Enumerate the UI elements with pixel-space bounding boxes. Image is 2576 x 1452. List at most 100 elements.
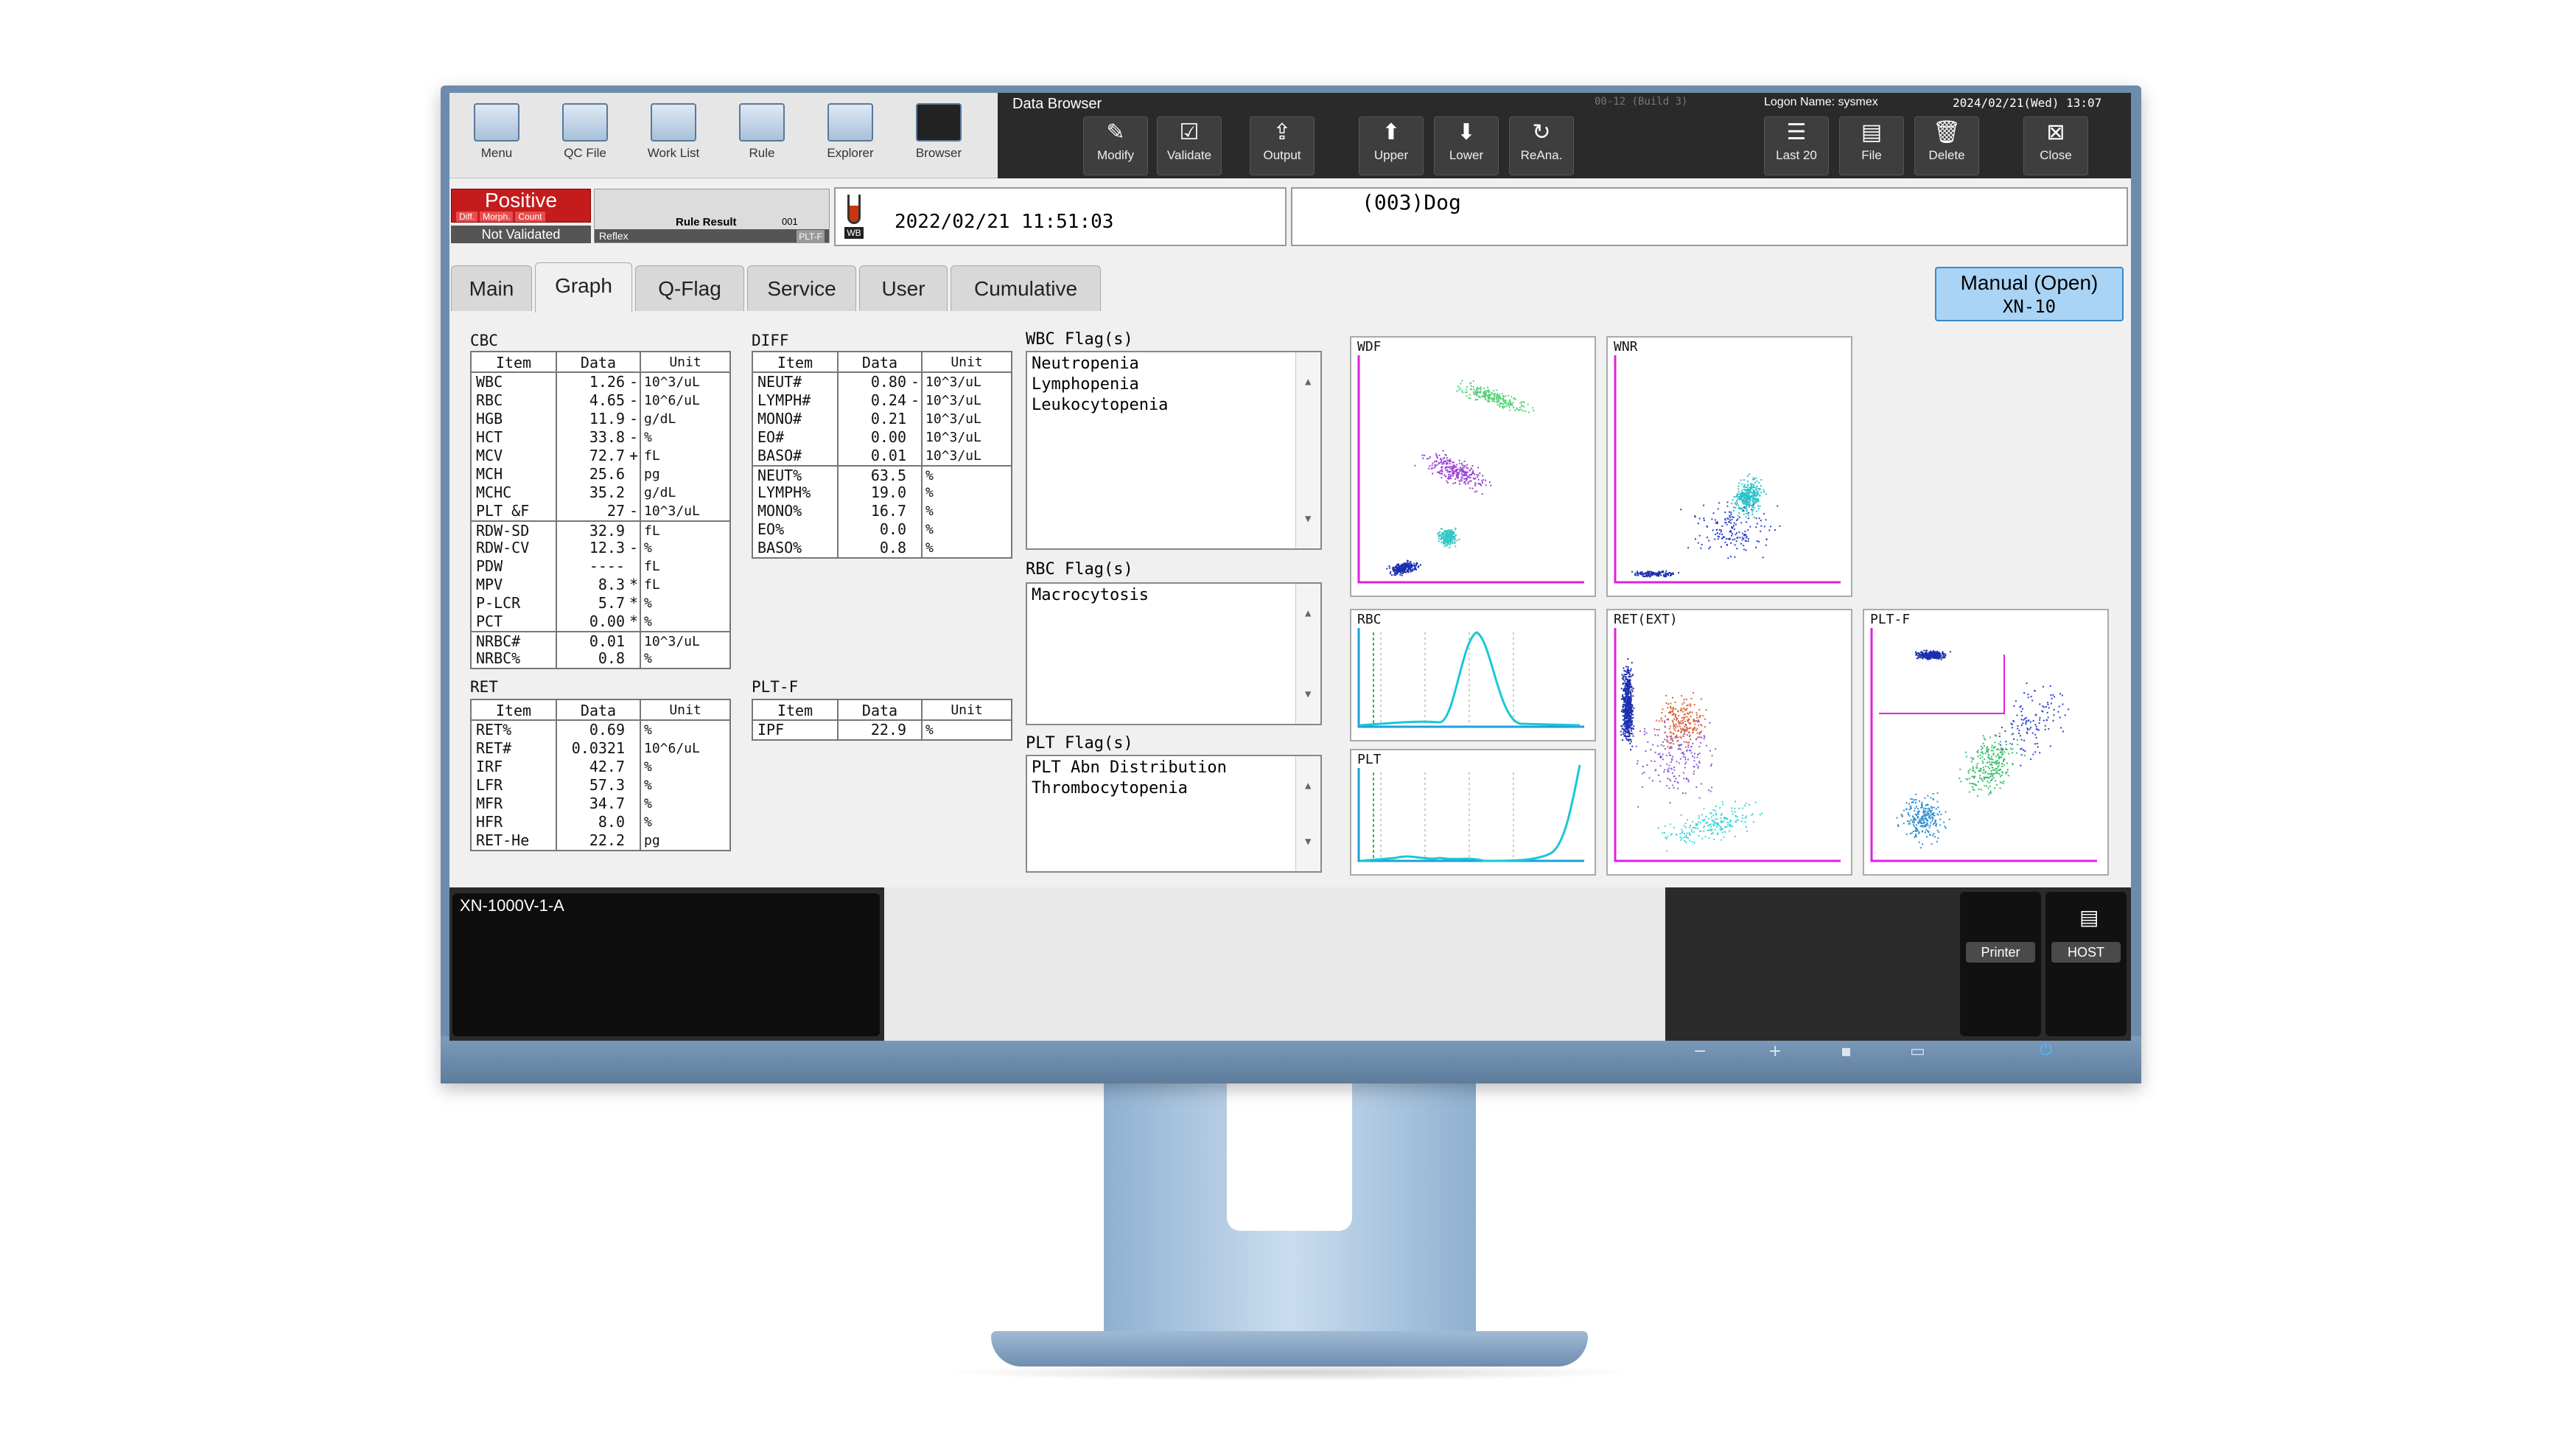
axis-frame xyxy=(1614,355,1841,584)
scatter-dot xyxy=(2042,705,2044,708)
scatter-dot xyxy=(1913,799,1915,801)
scatter-dot xyxy=(1446,534,1449,537)
close-button[interactable]: ⊠ Close xyxy=(2023,116,2088,175)
plt-histogram-label: PLT xyxy=(1357,752,1382,767)
browser-button[interactable]: Browser xyxy=(896,103,981,177)
scatter-dot xyxy=(1915,651,1917,653)
scatter-dot xyxy=(1959,777,1961,779)
tab-q-flag[interactable]: Q-Flag xyxy=(635,265,744,311)
rbc-histogram[interactable]: RBC xyxy=(1350,609,1596,741)
qc-file-button[interactable]: QC File xyxy=(542,103,628,177)
scatter-dot xyxy=(1729,826,1732,828)
scatter-dot xyxy=(1734,503,1736,505)
upper-button[interactable]: ⬆ Upper xyxy=(1359,116,1424,175)
scatter-dot xyxy=(1625,705,1627,708)
scatter-dot xyxy=(1924,797,1926,799)
wbc-flags-scrollbar[interactable]: ▲ ▼ xyxy=(1295,352,1320,548)
scatter-dot xyxy=(1694,515,1696,517)
plus-button[interactable]: + xyxy=(1768,1042,1782,1061)
scatter-dot xyxy=(2005,772,2007,774)
item-value: 0.24 xyxy=(870,391,906,409)
scatter-dot xyxy=(1925,804,1927,806)
monitor-stand-base xyxy=(991,1331,1588,1367)
scatter-dot xyxy=(1984,785,1986,787)
scatter-dot xyxy=(1941,655,1943,657)
scatter-dot xyxy=(2006,769,2009,771)
scatter-dot xyxy=(1760,520,1762,522)
scatter-dot xyxy=(1440,458,1442,460)
scatter-dot xyxy=(1664,831,1666,834)
result-status-badge: Positive Diff. Morph. Count xyxy=(451,189,591,223)
scatter-dot xyxy=(1989,785,1991,787)
power-icon[interactable]: ⏻ xyxy=(2040,1041,2052,1059)
ret-scattergram[interactable]: RET(EXT) xyxy=(1606,609,1852,876)
tab-main[interactable]: Main xyxy=(451,265,532,311)
scatter-dot xyxy=(1726,505,1729,507)
rbc-flags-scrollbar[interactable]: ▲ ▼ xyxy=(1295,584,1320,724)
scatter-dot xyxy=(1749,526,1751,528)
scatter-dot xyxy=(1747,492,1749,494)
scatter-dot xyxy=(1497,404,1499,406)
plt-histogram[interactable]: PLT xyxy=(1350,749,1596,876)
rule-result-box[interactable]: Rule Result 001 Reflex PLT-F xyxy=(594,189,830,243)
minus-button[interactable]: − xyxy=(1693,1042,1707,1061)
scatter-dot xyxy=(2057,711,2059,713)
scatter-dot xyxy=(1997,754,1999,756)
scatter-dot xyxy=(1929,834,1931,836)
plt-flags-scrollbar[interactable]: ▲ ▼ xyxy=(1295,756,1320,871)
tab-service[interactable]: Service xyxy=(747,265,856,311)
tab-user[interactable]: User xyxy=(859,265,948,311)
scatter-dot xyxy=(2013,705,2015,707)
scatter-dot xyxy=(1700,698,1702,700)
scatter-dot xyxy=(1648,572,1650,574)
scatter-dot xyxy=(1919,800,1921,802)
item-unit: g/dL xyxy=(644,485,676,500)
scatter-dot xyxy=(1654,572,1656,574)
analysis-mode-badge[interactable]: Manual (Open) XN-10 xyxy=(1935,267,2124,321)
printer-button[interactable]: Printer xyxy=(1960,892,2041,1036)
explorer-button[interactable]: Explorer xyxy=(808,103,893,177)
scatter-dot xyxy=(1738,531,1740,534)
wdf-scattergram[interactable]: WDF xyxy=(1350,336,1596,597)
table-header: Item Data Unit xyxy=(472,700,729,721)
menu-button[interactable]: Menu xyxy=(454,103,539,177)
scatter-dot xyxy=(1443,545,1446,548)
scatter-dot xyxy=(1520,408,1522,411)
file-button[interactable]: ▤ File xyxy=(1839,116,1904,175)
modify-button[interactable]: ✎ Modify xyxy=(1083,116,1148,175)
scatter-dot xyxy=(1631,688,1633,691)
item-name: RDW-CV xyxy=(472,539,557,557)
scatter-dot xyxy=(2052,719,2054,722)
reanalyze-button[interactable]: ↻ ReAna. xyxy=(1509,116,1574,175)
tab-cumulative[interactable]: Cumulative xyxy=(951,265,1101,311)
scatter-dot xyxy=(1397,564,1399,566)
scatter-dot xyxy=(1446,463,1449,465)
validate-button[interactable]: ☑ Validate xyxy=(1157,116,1222,175)
tab-graph[interactable]: Graph xyxy=(535,262,632,313)
menu-button[interactable]: ▪ xyxy=(1841,1042,1852,1061)
lower-button[interactable]: ⬇ Lower xyxy=(1434,116,1499,175)
pltf-scattergram[interactable]: PLT-F xyxy=(1863,609,2109,876)
scatter-dot xyxy=(1683,825,1685,827)
scatter-dot xyxy=(1705,744,1707,747)
host-button[interactable]: ▤ HOST xyxy=(2045,892,2127,1036)
scatter-dot xyxy=(1463,460,1466,462)
scatter-dot xyxy=(2058,705,2060,708)
output-button[interactable]: ⇪ Output xyxy=(1250,116,1315,175)
scatter-dot xyxy=(2023,755,2026,757)
analyzer-status-panel[interactable]: XN-1000V-1-A xyxy=(452,893,880,1036)
scatter-dot xyxy=(1628,670,1630,672)
work-list-button[interactable]: Work List xyxy=(631,103,716,177)
scatter-dot xyxy=(1469,394,1471,396)
delete-button[interactable]: 🗑 Delete xyxy=(1914,116,1979,175)
last-20-button[interactable]: ☰ Last 20 xyxy=(1764,116,1829,175)
scatter-dot xyxy=(1727,538,1729,540)
rule-button[interactable]: Rule xyxy=(719,103,805,177)
table-header: Item Data Unit xyxy=(753,700,1011,721)
wnr-scattergram[interactable]: WNR xyxy=(1606,336,1852,597)
scatter-dot xyxy=(1685,841,1687,843)
scatter-dot xyxy=(1741,817,1743,820)
input-button[interactable]: ▭ xyxy=(1910,1042,1925,1061)
scatter-dot xyxy=(1754,499,1756,501)
scatter-dot xyxy=(1434,465,1436,467)
